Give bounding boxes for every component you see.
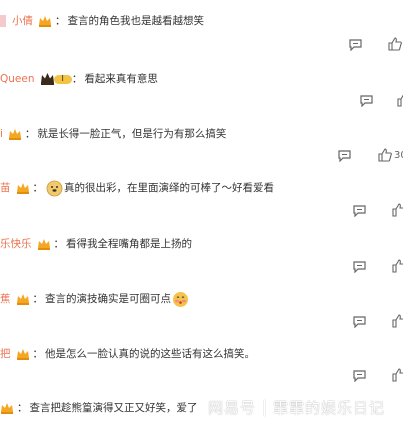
- comment-row: 把 ： 他是怎么一脸认真的说的这些话有这么搞笑。: [0, 345, 255, 363]
- comment-text: 真的很出彩，在里面演绎的可棒了～好看爱看: [64, 182, 274, 194]
- crown-icon: [8, 127, 22, 141]
- crown-icon: [0, 401, 14, 415]
- like-count: 30: [394, 149, 403, 161]
- comment-text: 看得我全程嘴角都是上扬的: [66, 238, 192, 250]
- like-button[interactable]: [392, 368, 403, 382]
- comment-username[interactable]: 苗: [0, 179, 11, 197]
- crown-icon: [16, 181, 30, 195]
- crown-icon: [16, 292, 30, 306]
- watermark-brand: 网易号: [207, 399, 256, 417]
- comment-text: 查言把趁熊篁演得又正又好笑，爱了: [29, 402, 198, 414]
- comment-username[interactable]: 乐快乐: [0, 235, 32, 253]
- comment-row: 乐快乐 ： 看得我全程嘴角都是上扬的: [0, 235, 192, 253]
- comment-icon: [338, 150, 351, 162]
- thumbs-up-icon: [397, 93, 403, 107]
- like-button[interactable]: [397, 93, 403, 107]
- thumbs-up-icon: [378, 148, 392, 162]
- thumbs-up-icon: [392, 368, 403, 382]
- reply-button[interactable]: [353, 315, 366, 329]
- thumbs-up-icon: [388, 37, 402, 51]
- comment-text: 看起来真有意思: [84, 73, 158, 85]
- watermark-divider: [263, 399, 265, 416]
- comment-row: 小倩 ： 查言的角色我也是越看越想笑: [0, 12, 204, 30]
- comment-username[interactable]: i: [0, 125, 3, 143]
- comment-text: 他是怎么一脸认真的说的这些话有这么搞笑。: [45, 348, 255, 360]
- comment-username[interactable]: 小倩: [12, 12, 33, 30]
- crown-icon: [38, 14, 52, 28]
- watermark: 网易号 霏霏的娱乐日记: [208, 397, 385, 418]
- comment-icon: [353, 205, 366, 217]
- avatar-fragment: [0, 15, 6, 27]
- reply-button[interactable]: [353, 260, 366, 274]
- like-button[interactable]: [388, 37, 402, 51]
- comment-icon: [353, 261, 366, 273]
- comment-text: 查言的演技确实是可圈可点: [45, 293, 171, 305]
- like-button[interactable]: [392, 259, 403, 273]
- like-button[interactable]: [392, 203, 403, 217]
- comment-icon: [353, 370, 366, 382]
- comment-username[interactable]: 蕉: [0, 290, 11, 308]
- thumbs-up-icon: [392, 259, 403, 273]
- comment-username[interactable]: Queen: [0, 70, 35, 88]
- comment-row: 苗 ： 真的很出彩，在里面演绎的可棒了～好看爱看: [0, 179, 274, 197]
- doge-emoji-icon: [46, 180, 63, 197]
- reply-button[interactable]: [360, 94, 373, 108]
- comment-text: 就是长得一脸正气，但是行为有那么搞笑: [37, 128, 227, 140]
- thumbs-up-icon: [392, 314, 403, 328]
- like-button[interactable]: 30: [378, 148, 403, 162]
- comment-username[interactable]: 把: [0, 345, 11, 363]
- reply-button[interactable]: [338, 149, 351, 163]
- vip-crown-badge: I: [40, 70, 75, 88]
- blush-emoji-icon: [172, 291, 189, 308]
- like-button[interactable]: [392, 314, 403, 328]
- comment-row: Queen I ： 看起来真有意思: [0, 70, 158, 88]
- comment-row: ： 查言把趁熊篁演得又正又好笑，爱了: [0, 399, 198, 417]
- watermark-account: 霏霏的娱乐日记: [272, 399, 385, 417]
- reply-button[interactable]: [353, 204, 366, 218]
- thumbs-up-icon: [392, 203, 403, 217]
- vip-badge-level: I: [61, 74, 64, 83]
- comment-text: 查言的角色我也是越看越想笑: [67, 15, 205, 27]
- crown-icon: [37, 237, 51, 251]
- comment-icon: [353, 316, 366, 328]
- comment-row: i ： 就是长得一脸正气，但是行为有那么搞笑: [0, 125, 226, 143]
- comment-icon: [349, 39, 362, 51]
- reply-button[interactable]: [349, 38, 362, 52]
- reply-button[interactable]: [353, 369, 366, 383]
- comment-icon: [360, 95, 373, 107]
- comment-list-page: 小倩 ： 查言的角色我也是越看越想笑 Queen I ： 看起来真有意思 i ：…: [0, 0, 403, 430]
- crown-icon: [16, 347, 30, 361]
- comment-row: 蕉 ： 查言的演技确实是可圈可点: [0, 290, 190, 308]
